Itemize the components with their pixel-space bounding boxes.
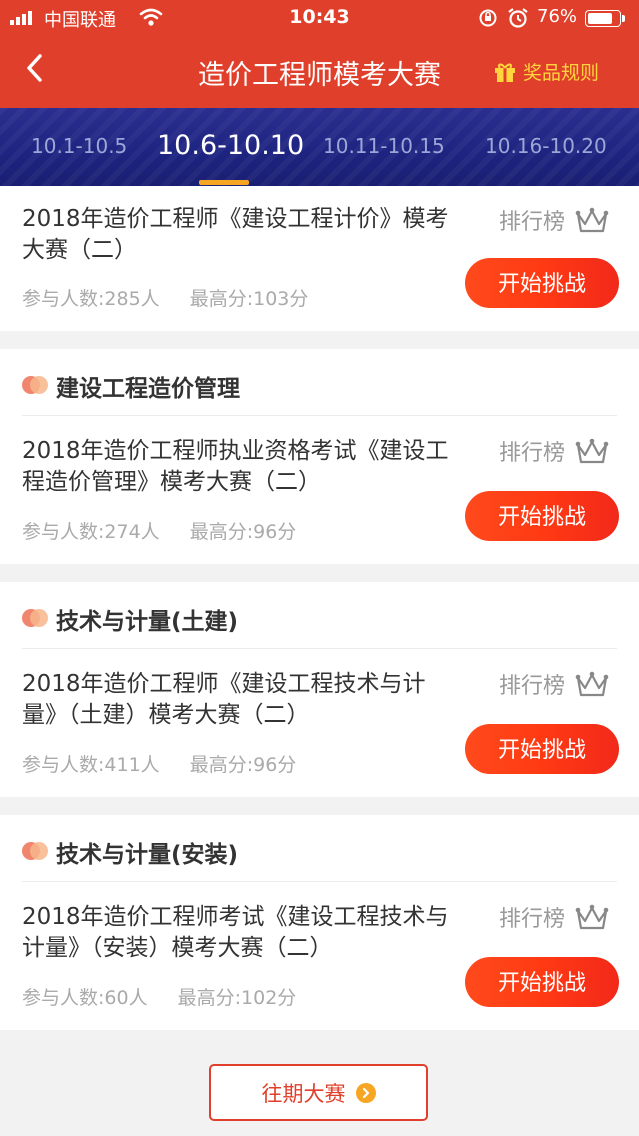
participants-count: 参与人数:285人 (22, 288, 160, 310)
crown-icon (575, 207, 609, 233)
start-challenge-button[interactable]: 开始挑战 (465, 258, 619, 308)
status-bar: 中国联通 10:43 76% (0, 0, 639, 38)
exam-title: 2018年造价工程师《建设工程计价》模考大赛（二） (22, 206, 449, 263)
section-header: 技术与计量(土建) (22, 582, 617, 649)
exam-section-card: 技术与计量(安装) 2018年造价工程师考试《建设工程技术与计量》（安装）模考大… (0, 815, 639, 1030)
prize-rules-button[interactable]: 奖品规则 (493, 58, 599, 85)
crown-icon (575, 671, 609, 697)
exam-title: 2018年造价工程师考试《建设工程技术与计量》（安装）模考大赛（二） (22, 904, 449, 961)
tab-10-1-10-5[interactable]: 10.1-10.5 (31, 134, 127, 158)
high-score: 最高分:102分 (177, 987, 297, 1009)
arrow-right-icon (355, 1082, 376, 1103)
exam-stats: 参与人数:60人 最高分:102分 (22, 983, 320, 1010)
exam-stats: 参与人数:285人 最高分:103分 (22, 284, 332, 311)
exam-stats: 参与人数:274人 最高分:96分 (22, 517, 320, 544)
leaderboard-link[interactable]: 排行榜 (499, 204, 609, 236)
gift-icon (495, 63, 515, 82)
prize-rules-label: 奖品规则 (523, 62, 600, 84)
high-score: 最高分:103分 (189, 288, 309, 310)
alarm-icon (508, 8, 528, 28)
exam-title: 2018年造价工程师执业资格考试《建设工程造价管理》模考大赛（二） (22, 438, 449, 495)
app-header: 中国联通 10:43 76% 造价工程师模考大赛 奖品规则 (0, 0, 639, 108)
start-challenge-button[interactable]: 开始挑战 (465, 957, 619, 1007)
crown-icon (575, 904, 609, 930)
section-title: 建设工程造价管理 (56, 376, 240, 402)
tab-10-16-10-20[interactable]: 10.16-10.20 (485, 134, 607, 158)
leaderboard-link[interactable]: 排行榜 (499, 668, 609, 700)
section-dots-icon (22, 376, 48, 394)
past-contests-label: 往期大赛 (261, 1081, 346, 1106)
crown-icon (575, 438, 609, 464)
exam-section-card: 技术与计量(土建) 2018年造价工程师《建设工程技术与计量》（土建）模考大赛（… (0, 582, 639, 797)
leaderboard-label: 排行榜 (499, 907, 566, 932)
battery-percent: 76% (537, 6, 578, 27)
section-title: 技术与计量(安装) (56, 842, 239, 868)
active-tab-indicator (199, 180, 249, 185)
exam-card: 2018年造价工程师《建设工程计价》模考大赛（二） 参与人数:285人 最高分:… (0, 186, 639, 331)
start-challenge-button[interactable]: 开始挑战 (465, 491, 619, 541)
section-title: 技术与计量(土建) (56, 609, 239, 635)
past-contests-button[interactable]: 往期大赛 (209, 1064, 428, 1121)
start-challenge-button[interactable]: 开始挑战 (465, 724, 619, 774)
section-dots-icon (22, 842, 48, 860)
rotation-lock-icon (479, 9, 497, 27)
leaderboard-label: 排行榜 (499, 441, 566, 466)
tab-10-6-10-10[interactable]: 10.6-10.10 (157, 130, 304, 161)
battery-icon (585, 10, 625, 27)
section-header: 技术与计量(安装) (22, 815, 617, 882)
leaderboard-label: 排行榜 (499, 674, 566, 699)
participants-count: 参与人数:60人 (22, 987, 148, 1009)
high-score: 最高分:96分 (189, 754, 297, 776)
section-dots-icon (22, 609, 48, 627)
exam-stats: 参与人数:411人 最高分:96分 (22, 750, 320, 777)
leaderboard-label: 排行榜 (499, 210, 566, 235)
exam-section-card: 建设工程造价管理 2018年造价工程师执业资格考试《建设工程造价管理》模考大赛（… (0, 349, 639, 564)
tab-10-11-10-15[interactable]: 10.11-10.15 (323, 134, 445, 158)
high-score: 最高分:96分 (189, 521, 297, 543)
participants-count: 参与人数:274人 (22, 521, 160, 543)
leaderboard-link[interactable]: 排行榜 (499, 435, 609, 467)
participants-count: 参与人数:411人 (22, 754, 160, 776)
leaderboard-link[interactable]: 排行榜 (499, 901, 609, 933)
date-tabs: 10.1-10.5 10.6-10.10 10.11-10.15 10.16-1… (0, 108, 639, 186)
section-header: 建设工程造价管理 (22, 349, 617, 416)
exam-title: 2018年造价工程师《建设工程技术与计量》（土建）模考大赛（二） (22, 671, 426, 728)
